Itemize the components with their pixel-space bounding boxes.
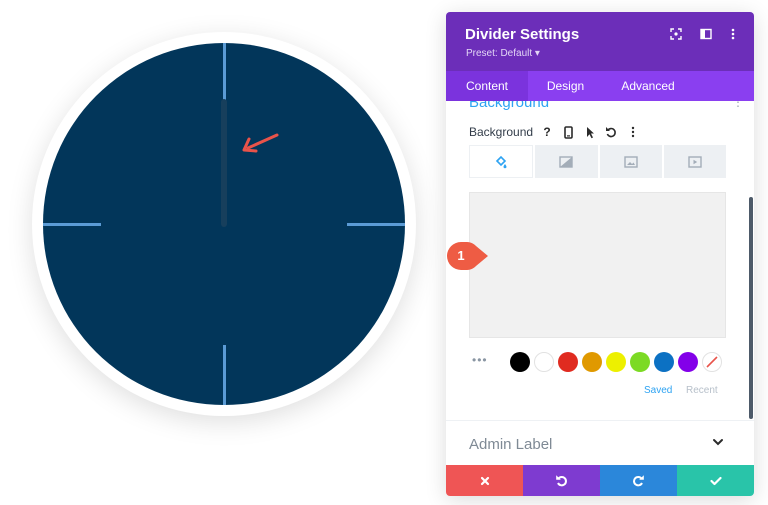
color-swatch[interactable]: [534, 352, 554, 372]
cancel-button[interactable]: [446, 465, 523, 496]
section-divider: [446, 420, 754, 421]
panel-header: Divider Settings Preset: Default ▾: [446, 12, 754, 71]
section-more-icon[interactable]: ⋮: [732, 101, 739, 109]
more-vertical-icon[interactable]: [726, 27, 740, 41]
image-tab[interactable]: [599, 145, 662, 178]
clock-hand-divider[interactable]: [221, 99, 227, 227]
clock-face: [43, 43, 405, 405]
split-view-icon[interactable]: [699, 27, 713, 41]
chevron-down-icon[interactable]: [712, 438, 724, 446]
tick-12: [223, 43, 226, 103]
callout-number: 1: [457, 248, 465, 263]
color-swatch[interactable]: [582, 352, 602, 372]
help-icon[interactable]: ?: [539, 124, 555, 140]
color-fill-icon: [495, 155, 507, 168]
undo-icon: [556, 475, 567, 487]
admin-label-toggle[interactable]: Admin Label: [469, 436, 552, 453]
focus-icon[interactable]: [669, 27, 683, 41]
video-icon: [688, 155, 702, 168]
scrollbar[interactable]: [749, 197, 753, 419]
color-fill-tab[interactable]: [469, 145, 534, 178]
color-swatch[interactable]: [606, 352, 626, 372]
options-more-icon[interactable]: [625, 124, 641, 140]
tab-advanced[interactable]: Advanced: [603, 71, 693, 101]
annotation-arrow-icon: [242, 133, 279, 153]
color-swatch[interactable]: [654, 352, 674, 372]
more-colors-icon[interactable]: •••: [472, 353, 488, 367]
background-label: Background: [469, 125, 534, 139]
color-swatch[interactable]: [558, 352, 578, 372]
no-color-swatch[interactable]: [702, 352, 722, 372]
collapse-icon[interactable]: ⌃: [714, 101, 724, 109]
close-icon: [480, 476, 489, 485]
saved-colors-link[interactable]: Saved: [644, 385, 672, 396]
hover-cursor-icon[interactable]: [583, 124, 599, 140]
redo-button[interactable]: [600, 465, 677, 496]
action-bar: [446, 465, 754, 496]
reset-icon[interactable]: [603, 124, 619, 140]
responsive-phone-icon[interactable]: [560, 124, 576, 140]
color-swatch[interactable]: [630, 352, 650, 372]
redo-icon: [633, 475, 644, 487]
tick-9: [43, 223, 101, 226]
background-section-header[interactable]: Background ⌃ ⋮: [469, 101, 739, 117]
color-swatch[interactable]: [510, 352, 530, 372]
tab-content[interactable]: Content: [446, 71, 528, 101]
preset-dropdown[interactable]: Preset: Default ▾: [466, 48, 540, 59]
section-title: Background: [469, 101, 550, 111]
panel-title: Divider Settings: [465, 26, 580, 43]
gradient-icon: [559, 155, 574, 168]
gradient-tab[interactable]: [535, 145, 598, 178]
video-tab[interactable]: [663, 145, 726, 178]
settings-tabs: Content Design Advanced: [446, 71, 754, 101]
checkmark-icon: [709, 476, 722, 485]
image-icon: [623, 155, 638, 168]
save-button[interactable]: [677, 465, 754, 496]
tab-design[interactable]: Design: [528, 71, 603, 101]
tick-6: [223, 345, 226, 405]
color-preview-box[interactable]: [469, 192, 726, 338]
tick-3: [347, 223, 405, 226]
background-type-tabs: [469, 145, 726, 178]
undo-button[interactable]: [523, 465, 600, 496]
step-callout-marker: 1: [446, 241, 490, 271]
divider-settings-panel: Divider Settings Preset: Default ▾ Conte…: [446, 12, 754, 496]
recent-colors-link[interactable]: Recent: [686, 385, 718, 396]
color-swatch[interactable]: [678, 352, 698, 372]
